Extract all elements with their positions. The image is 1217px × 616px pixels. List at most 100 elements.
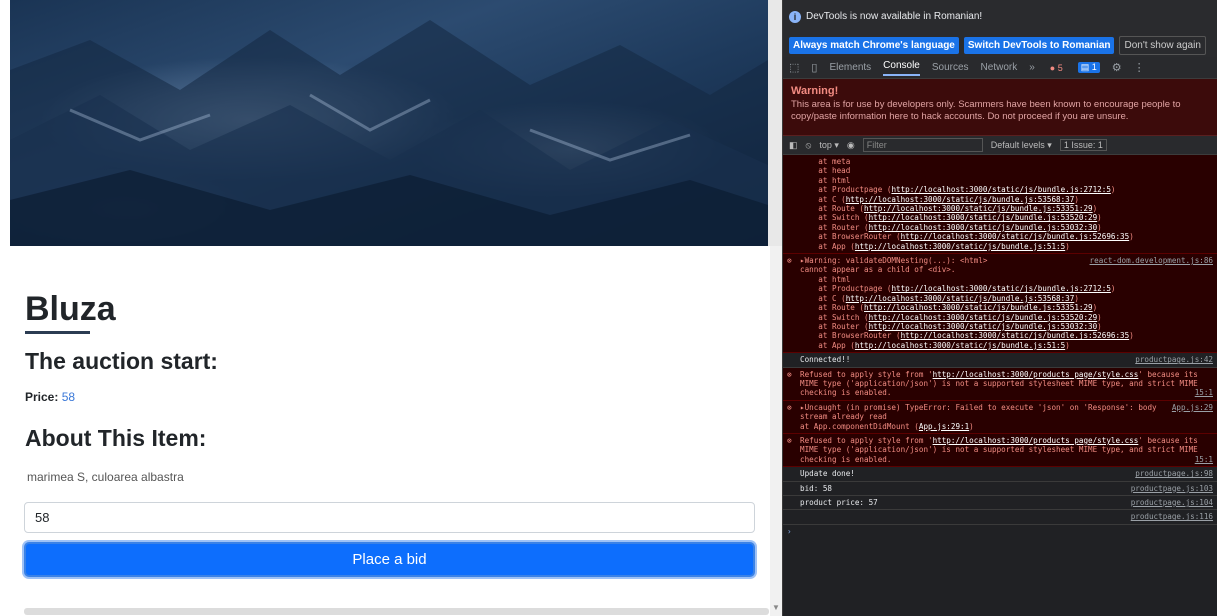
source-link[interactable]: productpage.js:42 <box>1135 355 1213 364</box>
source-link[interactable]: productpage.js:98 <box>1135 469 1213 478</box>
style-url-link[interactable]: http://localhost:3000/products_page/styl… <box>933 370 1139 379</box>
switch-language-button[interactable]: Switch DevTools to Romanian <box>963 36 1115 54</box>
stack-frame-link[interactable]: http://localhost:3000/static/js/bundle.j… <box>891 284 1110 293</box>
info-icon: i <box>789 10 801 23</box>
error-count-badge[interactable]: ● 5 <box>1047 63 1066 73</box>
stack-frame: at html <box>800 274 851 284</box>
match-language-button[interactable]: Always match Chrome's language <box>789 36 959 54</box>
log-text-a: Refused to apply style from ' <box>800 435 933 445</box>
eye-icon[interactable]: ◉ <box>847 140 855 151</box>
error-stack-1: at meta at head at html at Productpage (… <box>783 155 1217 255</box>
message-count-badge[interactable]: ▤ 1 <box>1077 62 1100 73</box>
issues-button[interactable]: 1 Issue: 1 <box>1059 139 1107 151</box>
stack-frame: at App (http://localhost:3000/static/js/… <box>800 340 1070 350</box>
sidebar-toggle-icon[interactable]: ◧ <box>789 140 798 151</box>
scrollbar-gap <box>768 0 782 246</box>
log-connected: Connected!! productpage.js:42 <box>783 353 1217 368</box>
stack-frame: at C (http://localhost:3000/static/js/bu… <box>800 293 1079 303</box>
source-link[interactable]: productpage.js:116 <box>1131 512 1213 521</box>
devtools-panel: i DevTools is now available in Romanian!… <box>782 0 1217 616</box>
more-options-icon[interactable]: ⋮ <box>1134 61 1145 74</box>
stack-frame-link[interactable]: http://localhost:3000/static/js/bundle.j… <box>864 204 1093 213</box>
device-toggle-icon[interactable]: ▯ <box>811 61 817 74</box>
filter-input[interactable]: Filter <box>862 138 983 152</box>
price-line: Price: 58 <box>25 390 75 404</box>
source-link[interactable]: productpage.js:103 <box>1131 484 1213 493</box>
stack-frame-link[interactable]: http://localhost:3000/static/js/bundle.j… <box>901 331 1130 340</box>
clear-console-icon[interactable]: ⦸ <box>806 140 812 151</box>
console-prompt[interactable]: › <box>783 525 1217 538</box>
stack-frame: at Route (http://localhost:3000/static/j… <box>800 303 1098 313</box>
title-underline <box>25 331 90 334</box>
tab-sources[interactable]: Sources <box>932 62 969 73</box>
stack-frame-link[interactable]: http://localhost:3000/static/js/bundle.j… <box>846 195 1075 204</box>
context-selector[interactable]: top ▾ <box>819 140 839 151</box>
vertical-scrollbar[interactable] <box>770 246 782 616</box>
stack-frame: at Productpage (http://localhost:3000/st… <box>800 185 1116 195</box>
default-levels-dropdown[interactable]: Default levels ▾ <box>991 140 1052 151</box>
price-label: Price: <box>25 390 59 404</box>
stack-frame-link[interactable]: http://localhost:3000/static/js/bundle.j… <box>869 213 1098 222</box>
language-bar: Always match Chrome's language Switch De… <box>783 33 1217 57</box>
issues-count: 1 <box>1097 140 1103 150</box>
log-text: ▸Uncaught (in promise) TypeError: Failed… <box>800 402 1157 422</box>
source-link[interactable]: 15:1 <box>1195 388 1213 397</box>
log-update-done: Update done! productpage.js:98 <box>783 467 1217 482</box>
more-tabs-icon[interactable]: » <box>1029 62 1035 73</box>
bid-input[interactable] <box>24 502 755 533</box>
stack-frame-link[interactable]: http://localhost:3000/static/js/bundle.j… <box>869 322 1098 331</box>
log-product-price: product price: 57 productpage.js:104 <box>783 496 1217 511</box>
place-bid-button[interactable]: Place a bid <box>24 542 755 577</box>
auction-start-heading: The auction start: <box>25 348 218 374</box>
stack-frame: at BrowserRouter (http://localhost:3000/… <box>800 232 1134 242</box>
item-description: marimea S, culoarea albastra <box>27 470 184 484</box>
hero-image <box>10 0 768 246</box>
console-warning-banner: Warning! This area is for use by develop… <box>783 79 1217 136</box>
style-url-link[interactable]: http://localhost:3000/products_page/styl… <box>933 436 1139 445</box>
issues-label: 1 Issue: <box>1063 140 1098 150</box>
stack-frame-link[interactable]: http://localhost:3000/static/js/bundle.j… <box>891 185 1110 194</box>
horizontal-scrollbar[interactable] <box>24 608 769 615</box>
stack-frame-link[interactable]: http://localhost:3000/static/js/bundle.j… <box>869 223 1098 232</box>
info-text: DevTools is now available in Romanian! <box>806 11 983 22</box>
tab-console[interactable]: Console <box>883 60 920 76</box>
log-bid: bid: 58 productpage.js:103 <box>783 481 1217 496</box>
stack-frame: at Route (http://localhost:3000/static/j… <box>800 204 1098 214</box>
product-title: Bluza <box>25 290 116 328</box>
error-icon: ⊗ <box>787 435 792 445</box>
log-text: bid: 58 <box>800 483 833 493</box>
stack-frame: at Router (http://localhost:3000/static/… <box>800 321 1102 331</box>
app-js-link[interactable]: App.js:29:1 <box>919 422 969 431</box>
dont-show-again-button[interactable]: Don't show again <box>1119 35 1206 55</box>
stack-frame: at head <box>800 166 851 176</box>
scroll-down-arrow-icon[interactable]: ▼ <box>772 603 780 612</box>
stack-frame-link[interactable]: http://localhost:3000/static/js/bundle.j… <box>855 341 1065 350</box>
stack-frame-link[interactable]: http://localhost:3000/static/js/bundle.j… <box>846 294 1075 303</box>
source-link[interactable]: 15:1 <box>1195 455 1213 464</box>
log-empty: productpage.js:116 <box>783 510 1217 525</box>
source-link[interactable]: App.js:29 <box>1172 403 1213 412</box>
source-link[interactable]: productpage.js:104 <box>1131 498 1213 507</box>
tab-elements[interactable]: Elements <box>829 62 871 73</box>
console-log: at meta at head at html at Productpage (… <box>783 155 1217 616</box>
warning-body-line: cannot appear as a child of <div>. <box>800 265 956 275</box>
stack-frame: at meta <box>800 157 851 166</box>
tab-network[interactable]: Network <box>981 62 1018 73</box>
stack-frame-link[interactable]: http://localhost:3000/static/js/bundle.j… <box>869 313 1098 322</box>
web-page: Bluza The auction start: Price: 58 About… <box>0 0 782 616</box>
log-text-c: ) <box>969 421 974 431</box>
stack-frame: at C (http://localhost:3000/static/js/bu… <box>800 194 1079 204</box>
mountain-illustration <box>10 20 768 246</box>
log-text: Update done! <box>800 469 855 479</box>
stack-frame-link[interactable]: http://localhost:3000/static/js/bundle.j… <box>901 232 1130 241</box>
message-count: 1 <box>1091 62 1097 72</box>
stack-trace: at html at Productpage (http://localhost… <box>800 275 1213 350</box>
price-value: 58 <box>61 390 76 404</box>
stack-frame: at html <box>800 175 851 185</box>
inspect-icon[interactable]: ⬚ <box>789 61 799 74</box>
source-link[interactable]: react-dom.development.js:86 <box>1090 256 1213 265</box>
log-text-b: at App.componentDidMount ( <box>800 421 919 431</box>
stack-frame-link[interactable]: http://localhost:3000/static/js/bundle.j… <box>855 242 1065 251</box>
stack-frame-link[interactable]: http://localhost:3000/static/js/bundle.j… <box>864 303 1093 312</box>
settings-gear-icon[interactable]: ⚙ <box>1112 61 1122 74</box>
